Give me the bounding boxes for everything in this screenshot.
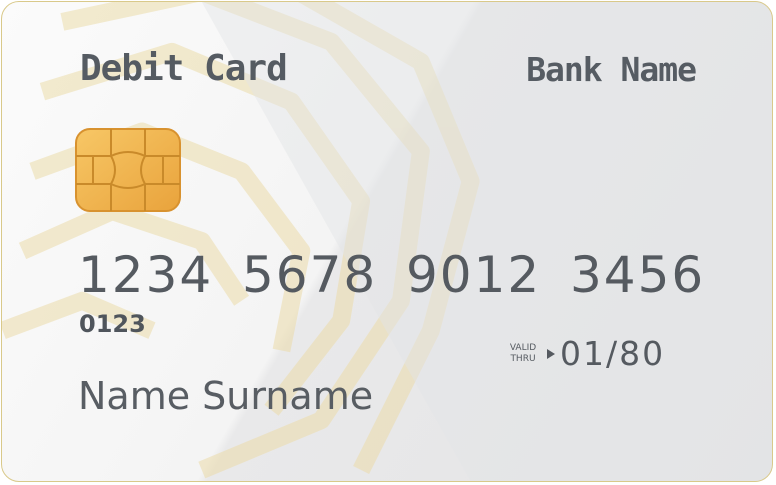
valid-label-line2: THRU [510, 353, 536, 364]
expiry-date: 01/80 [560, 334, 666, 373]
chip-icon [75, 128, 181, 212]
card-number-group: 5678 [242, 246, 378, 304]
bank-name: Bank Name [526, 50, 697, 89]
card-type-title: Debit Card [80, 48, 288, 89]
arrow-right-icon [547, 348, 555, 359]
card-holder-name: Name Surname [78, 374, 374, 418]
valid-thru-label: VALID THRU [501, 343, 545, 365]
debit-card: Debit Card Bank Name 1234 5678 9012 3456… [1, 1, 773, 482]
card-small-number: 0123 [79, 310, 146, 338]
expiry-block: VALID THRU 01/80 [501, 334, 665, 373]
card-number-group: 1234 [78, 246, 214, 304]
card-number-group: 9012 [406, 246, 542, 304]
card-number-group: 3456 [570, 246, 706, 304]
valid-label-line1: VALID [509, 342, 537, 353]
card-number: 1234 5678 9012 3456 [78, 246, 734, 304]
